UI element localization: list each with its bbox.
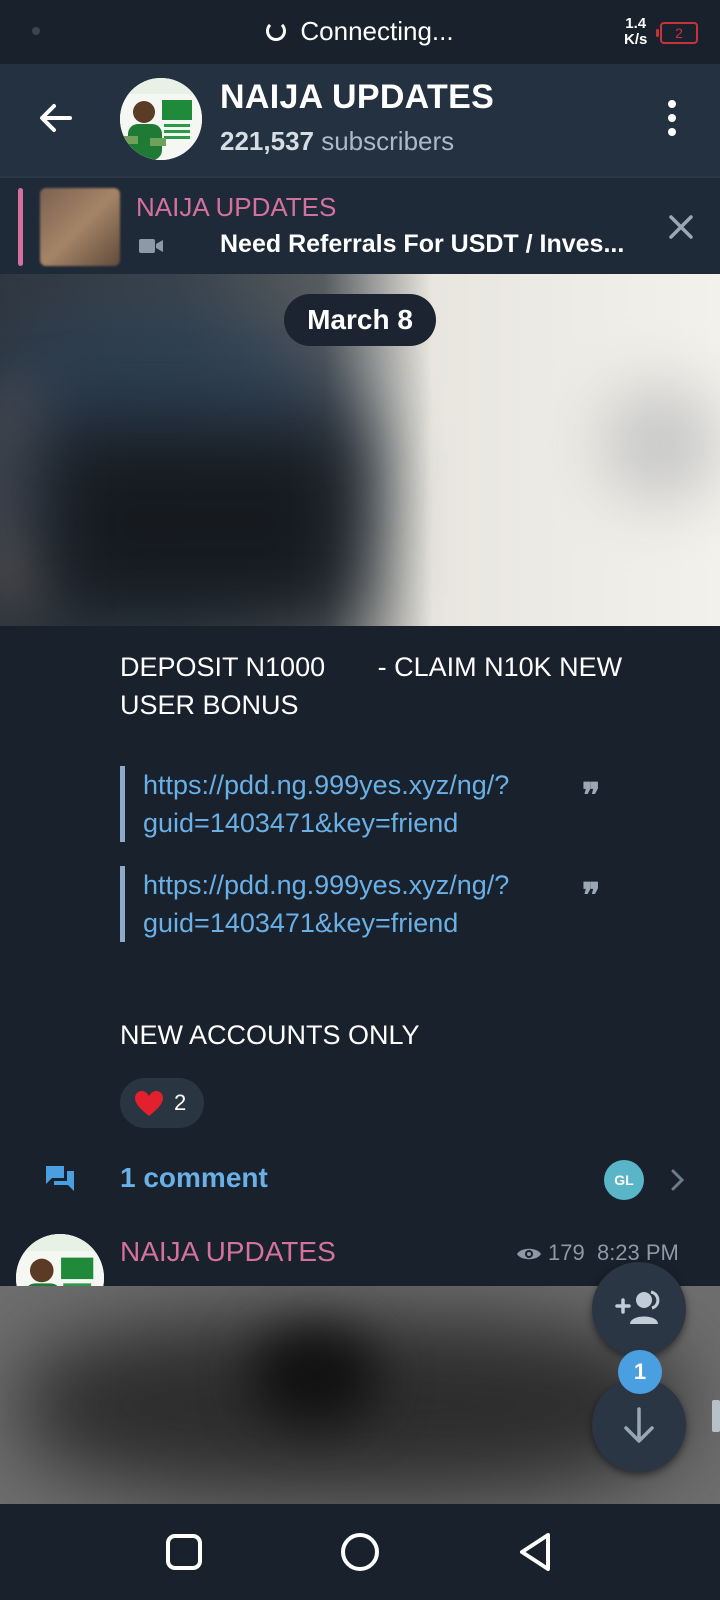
channel-avatar[interactable]: [120, 78, 202, 160]
view-count: 179: [548, 1240, 585, 1265]
commenter-avatar: GL: [604, 1160, 644, 1200]
channel-title[interactable]: NAIJA UPDATES: [220, 78, 494, 117]
nav-recents-icon: [166, 1534, 202, 1570]
pinned-indicator: [18, 188, 23, 266]
pinned-title: NAIJA UPDATES: [136, 192, 337, 222]
link-text[interactable]: guid=1403471&key=friend: [143, 904, 643, 942]
add-member-button[interactable]: [592, 1262, 686, 1356]
link-text[interactable]: https://pdd.ng.999yes.xyz/ng/?: [143, 766, 643, 804]
post-line: DEPOSIT N1000 - CLAIM N10K NEW: [120, 652, 623, 682]
connection-status: Connecting...: [0, 16, 720, 47]
link-quote[interactable]: https://pdd.ng.999yes.xyz/ng/? guid=1403…: [120, 766, 643, 842]
post-text: DEPOSIT N1000 - CLAIM N10K NEW USER BONU…: [120, 648, 622, 724]
back-arrow-icon: [40, 104, 72, 132]
comments-icon: [46, 1166, 74, 1191]
back-button[interactable]: [36, 98, 76, 138]
post-line: USER BONUS: [120, 690, 299, 720]
pinned-text: Need Referrals For USDT / Inves...: [220, 230, 625, 258]
quote-icon: ❞: [582, 877, 601, 915]
heart-reaction[interactable]: 2: [120, 1078, 204, 1128]
comment-count-label[interactable]: 1 comment: [120, 1162, 268, 1194]
quote-icon: ❞: [582, 777, 601, 815]
nav-home-button[interactable]: [334, 1526, 386, 1578]
close-icon: [669, 215, 693, 239]
nav-back-button[interactable]: [510, 1526, 562, 1578]
nav-recents-button[interactable]: [158, 1526, 210, 1578]
link-text[interactable]: guid=1403471&key=friend: [143, 804, 643, 842]
status-bar: Connecting... 1.4 K/s 2: [0, 0, 720, 64]
battery-icon: 2: [656, 22, 698, 44]
comments-row[interactable]: 1 comment GL: [0, 1140, 720, 1220]
unread-badge: 1: [618, 1350, 662, 1394]
system-nav-bar: [0, 1504, 720, 1600]
author-name[interactable]: NAIJA UPDATES: [120, 1236, 336, 1268]
chat-header: NAIJA UPDATES 221,537 subscribers: [0, 64, 720, 176]
close-pinned-button[interactable]: [666, 212, 696, 242]
nav-home-icon: [341, 1533, 379, 1571]
post-footer-text: NEW ACCOUNTS ONLY: [120, 1020, 420, 1050]
loading-spinner-icon: [266, 21, 287, 42]
net-speed: 1.4 K/s: [624, 16, 647, 48]
net-speed-value: 1.4: [625, 15, 647, 32]
heart-icon: [135, 1091, 163, 1116]
reaction-count: 2: [174, 1090, 187, 1115]
post-meta: 179 8:23 PM: [516, 1240, 679, 1266]
connection-text: Connecting...: [300, 16, 454, 46]
add-member-icon: [615, 1290, 660, 1324]
date-separator: March 8: [284, 294, 436, 346]
subscriber-count: 221,537: [220, 126, 314, 156]
link-quote[interactable]: https://pdd.ng.999yes.xyz/ng/? guid=1403…: [120, 866, 643, 942]
pinned-thumbnail: [40, 188, 120, 266]
subscriber-info: 221,537 subscribers: [220, 126, 454, 157]
scrollbar-thumb[interactable]: [712, 1400, 720, 1432]
link-text[interactable]: https://pdd.ng.999yes.xyz/ng/?: [143, 866, 643, 904]
video-icon: [138, 236, 164, 261]
chevron-right-icon: [671, 1169, 685, 1191]
channel-logo: [120, 78, 202, 160]
net-speed-unit: K/s: [624, 31, 648, 48]
nav-back-icon: [520, 1533, 550, 1571]
arrow-down-icon: [624, 1407, 654, 1443]
eye-icon: [517, 1248, 541, 1260]
subscriber-label: subscribers: [321, 126, 455, 156]
pinned-message[interactable]: NAIJA UPDATES Need Referrals For USDT / …: [0, 176, 720, 276]
more-vert-icon[interactable]: [662, 100, 682, 140]
